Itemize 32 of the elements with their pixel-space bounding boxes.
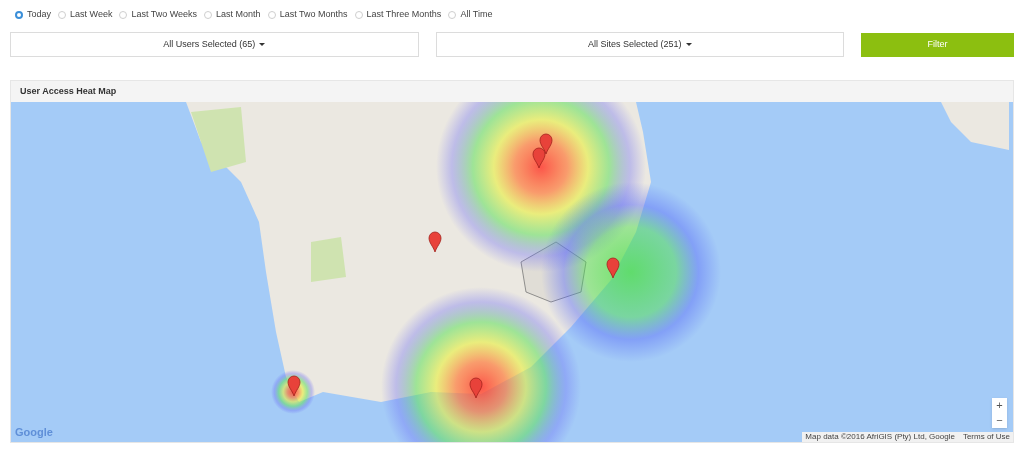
map-pin-icon[interactable] <box>287 375 301 397</box>
radio-label[interactable]: Last Three Months <box>366 8 442 22</box>
caret-icon <box>259 43 266 46</box>
map-attribution: Map data ©2016 AfriGIS (Pty) Ltd, Google <box>805 432 955 442</box>
radio-button[interactable] <box>354 11 363 19</box>
caret-icon <box>685 43 692 46</box>
radio-button[interactable] <box>267 11 276 19</box>
radio-label[interactable]: Today <box>27 8 52 22</box>
map-pin-icon[interactable] <box>539 133 553 155</box>
radio-label[interactable]: All Time <box>460 8 493 22</box>
map-pin-icon[interactable] <box>606 257 620 279</box>
map-pin-icon[interactable] <box>532 147 546 169</box>
radio-button[interactable] <box>15 11 23 19</box>
radio-button[interactable] <box>204 11 213 19</box>
radio-label[interactable]: Last Month <box>216 8 261 22</box>
park-area <box>311 237 346 282</box>
park-area <box>191 107 246 172</box>
dropdown-button[interactable]: All Users Selected (65) <box>10 32 419 57</box>
radio-label[interactable]: Last Two Weeks <box>131 8 198 22</box>
radio-button[interactable] <box>58 11 67 19</box>
radio-button[interactable] <box>119 11 128 19</box>
zoom-out-button[interactable]: − <box>992 413 1007 428</box>
terms-link[interactable]: Terms of Use <box>962 432 1010 442</box>
radio-label[interactable]: Last Two Months <box>279 8 348 22</box>
map-pin-icon[interactable] <box>428 231 442 253</box>
zoom-in-button[interactable]: + <box>992 398 1007 413</box>
panel-title: User Access Heat Map <box>20 84 117 98</box>
dropdown-button[interactable]: All Sites Selected (251) <box>435 32 844 57</box>
map-logo: Google <box>15 424 53 440</box>
radio-button[interactable] <box>448 11 457 19</box>
radio-label[interactable]: Last Week <box>70 8 113 22</box>
map-pin-icon[interactable] <box>469 377 483 399</box>
